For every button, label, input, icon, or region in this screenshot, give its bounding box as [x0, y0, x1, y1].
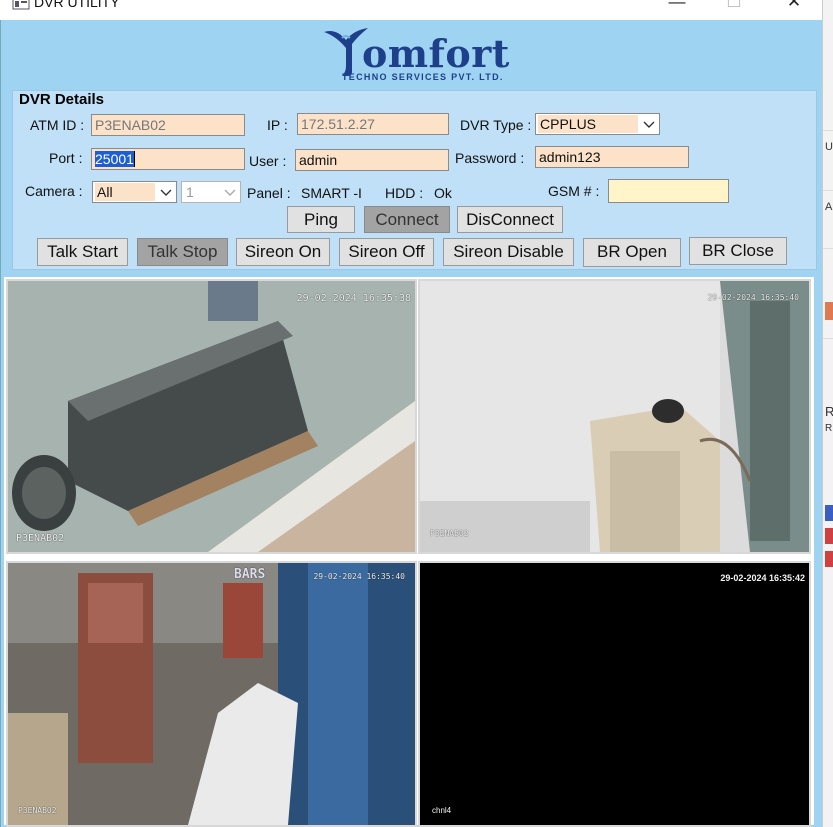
strip-badge: [825, 551, 833, 567]
camera-1-timestamp: 29-02-2024 16:35:38: [296, 293, 411, 304]
talk-stop-button[interactable]: Talk Stop: [137, 238, 228, 266]
strip-text: A: [825, 201, 833, 213]
atm-id-label: ATM ID :: [30, 117, 85, 133]
title-bar[interactable]: [0, 0, 822, 20]
camera-feed-1[interactable]: 29-02-2024 16:35:38 P3ENAB02: [6, 279, 417, 554]
logo-subtitle: TECHNO SERVICES PVT. LTD.: [342, 72, 504, 82]
camera-label: Camera :: [25, 183, 83, 199]
camera-feed-4[interactable]: 29-02-2024 16:35:42 chnl4: [418, 561, 811, 827]
strip-badge: [825, 505, 833, 521]
hdd-value: Ok: [434, 185, 452, 201]
atm-id-field[interactable]: P3ENAB02: [91, 114, 245, 136]
maximize-button[interactable]: ☐: [714, 0, 754, 12]
camera-3-image: [8, 563, 415, 825]
camera-4-label: chnl4: [432, 806, 452, 815]
camera-number-select[interactable]: 1: [181, 181, 241, 203]
panel-value: SMART -I: [301, 185, 362, 201]
camera-3-label: P3ENAB02: [18, 806, 57, 815]
br-open-button[interactable]: BR Open: [583, 238, 681, 267]
sireon-off-button[interactable]: Sireon Off: [339, 238, 434, 266]
camera-3-timestamp: 29-02-2024 16:35:40: [313, 572, 405, 581]
user-label: User :: [249, 153, 287, 169]
camera-1-image: [8, 281, 415, 552]
disconnect-button[interactable]: DisConnect: [457, 206, 563, 233]
camera-4-timestamp: 29-02-2024 16:35:42: [720, 573, 805, 583]
password-field[interactable]: admin123: [535, 146, 689, 168]
chevron-down-icon: [224, 189, 236, 196]
strip-badge: [825, 528, 833, 544]
hdd-label: HDD :: [385, 185, 424, 201]
port-field[interactable]: 25001: [91, 148, 245, 170]
strip-text: U: [825, 141, 833, 153]
ip-label: IP :: [267, 117, 288, 133]
camera-2-label: P3ENAB02: [430, 529, 469, 538]
gsm-label: GSM # :: [548, 183, 600, 199]
strip-text: R: [825, 404, 833, 419]
chevron-down-icon: [643, 121, 655, 128]
camera-2-image: [420, 281, 809, 552]
camera-1-label: P3ENAB02: [16, 533, 65, 544]
dvr-details-title: DVR Details: [19, 91, 105, 108]
br-close-button[interactable]: BR Close: [689, 237, 787, 265]
window-title: DVR UTILITY: [34, 0, 120, 10]
dvr-type-select[interactable]: CPPLUS: [535, 113, 660, 135]
background-window-strip: U A R RD: [822, 0, 833, 827]
port-label: Port :: [49, 150, 83, 166]
sireon-on-button[interactable]: Sireon On: [236, 238, 330, 266]
strip-badge: [825, 302, 833, 320]
close-button[interactable]: ✕: [774, 0, 814, 12]
camera-feed-2[interactable]: 29-02-2024 16:35:40 P3ENAB02: [418, 279, 811, 554]
camera-feed-3[interactable]: BARS 29-02-2024 16:35:40 P3ENAB02: [6, 561, 417, 827]
app-icon: [12, 0, 30, 10]
port-value-selected: 25001: [95, 151, 134, 167]
ping-button[interactable]: Ping: [287, 206, 355, 233]
ip-field[interactable]: 172.51.2.27: [297, 113, 449, 135]
password-label: Password :: [455, 150, 525, 166]
panel-label: Panel :: [247, 185, 291, 201]
camera-2-timestamp: 29-02-2024 16:35:40: [707, 293, 799, 302]
dvr-type-label: DVR Type :: [460, 117, 532, 133]
strip-text: RD: [825, 423, 833, 434]
connect-button[interactable]: Connect: [364, 206, 450, 233]
talk-start-button[interactable]: Talk Start: [37, 238, 128, 266]
gsm-field[interactable]: [608, 179, 729, 203]
user-field[interactable]: admin: [295, 149, 449, 171]
minimize-button[interactable]: —: [657, 0, 697, 12]
camera-number-value: 1: [186, 184, 194, 200]
camera-3-sign: BARS: [234, 567, 266, 582]
chevron-down-icon: [160, 189, 172, 196]
camera-select[interactable]: All: [92, 181, 177, 203]
logo-brand-text: omfort: [362, 31, 510, 76]
sireon-disable-button[interactable]: Sireon Disable: [443, 238, 574, 266]
dvr-type-value: CPPLUS: [538, 115, 638, 133]
camera-value: All: [95, 183, 155, 201]
